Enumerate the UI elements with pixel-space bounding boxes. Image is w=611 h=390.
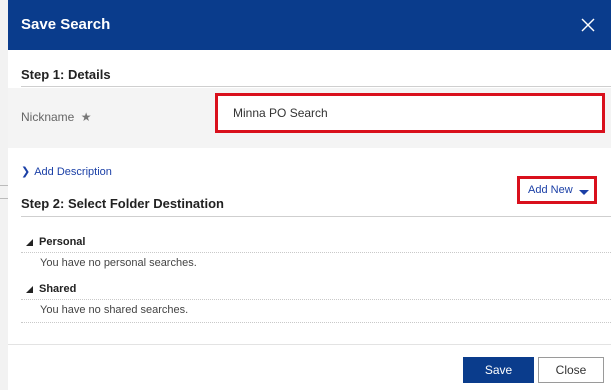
add-description-label: Add Description — [34, 166, 112, 178]
caret-down-icon — [579, 190, 589, 195]
step2-title: Step 2: Select Folder Destination — [21, 196, 224, 211]
nickname-input[interactable] — [215, 93, 605, 133]
step1-title: Step 1: Details — [21, 67, 111, 82]
folder-personal-label: Personal — [39, 236, 86, 248]
nickname-row: Nickname ★ — [8, 88, 611, 148]
footer-divider — [8, 344, 611, 345]
nickname-label-text: Nickname — [21, 110, 75, 124]
tree-divider — [21, 299, 611, 300]
add-new-label: Add New — [528, 184, 573, 196]
save-search-dialog: Save Search Step 1: Details Nickname ★ ❯… — [8, 0, 611, 390]
save-button[interactable]: Save — [463, 357, 534, 383]
close-button[interactable]: Close — [538, 357, 604, 383]
chevron-right-icon: ❯ — [21, 166, 31, 178]
expanded-triangle-icon — [26, 285, 33, 293]
step1-divider — [21, 86, 611, 87]
background-divider — [0, 198, 8, 199]
background-divider — [0, 185, 8, 186]
folder-shared-toggle[interactable]: Shared — [26, 283, 76, 295]
add-description-link[interactable]: ❯ Add Description — [21, 165, 112, 178]
tree-divider — [21, 252, 611, 253]
folder-personal-empty-text: You have no personal searches. — [40, 257, 197, 269]
tree-divider — [21, 322, 611, 323]
close-icon[interactable] — [580, 17, 596, 33]
folder-shared-label: Shared — [39, 283, 77, 295]
expanded-triangle-icon — [26, 238, 33, 246]
folder-shared-empty-text: You have no shared searches. — [40, 304, 189, 316]
step2-divider — [21, 216, 611, 217]
dialog-header: Save Search — [8, 0, 611, 50]
dialog-title: Save Search — [21, 16, 111, 33]
folder-personal-toggle[interactable]: Personal — [26, 236, 85, 248]
nickname-label: Nickname ★ — [21, 110, 91, 124]
star-icon: ★ — [80, 110, 92, 124]
add-new-dropdown[interactable]: Add New — [517, 176, 597, 204]
background-page-edge — [0, 0, 8, 390]
